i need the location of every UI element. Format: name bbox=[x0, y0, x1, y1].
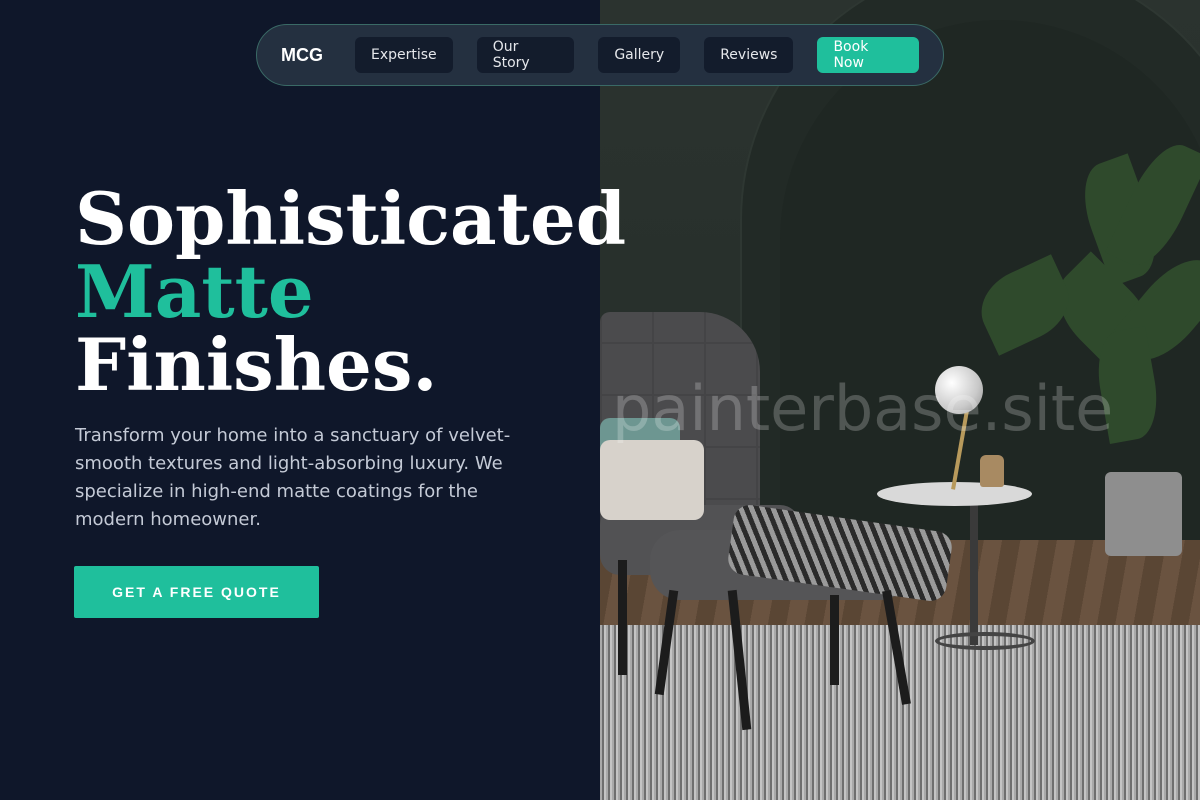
nav-link-expertise[interactable]: Expertise bbox=[355, 37, 453, 73]
hero-title-line-3: Finishes. bbox=[75, 322, 438, 407]
side-table-pole bbox=[970, 495, 978, 645]
hero-title: Sophisticated Matte Finishes. bbox=[75, 182, 626, 401]
nav-link-our-story[interactable]: Our Story bbox=[476, 37, 575, 73]
nav-link-gallery[interactable]: Gallery bbox=[598, 37, 681, 73]
hero-description: Transform your home into a sanctuary of … bbox=[75, 425, 511, 530]
chair-leg bbox=[618, 560, 627, 675]
book-now-button[interactable]: Book Now bbox=[817, 37, 919, 73]
diffuser-bottle bbox=[980, 455, 1004, 487]
plant-pot bbox=[1105, 472, 1182, 556]
logo[interactable]: MCG bbox=[281, 45, 323, 66]
get-quote-button[interactable]: GET A FREE QUOTE bbox=[74, 566, 319, 618]
white-pillow bbox=[600, 440, 704, 520]
side-table-base bbox=[935, 632, 1035, 650]
watermark-text: painterbase.site bbox=[612, 372, 1114, 445]
top-nav: MCG Expertise Our Story Gallery Reviews … bbox=[256, 24, 944, 86]
nav-links: Expertise Our Story Gallery Reviews bbox=[355, 37, 794, 73]
ottoman-leg bbox=[830, 595, 839, 685]
nav-link-reviews[interactable]: Reviews bbox=[704, 37, 794, 73]
